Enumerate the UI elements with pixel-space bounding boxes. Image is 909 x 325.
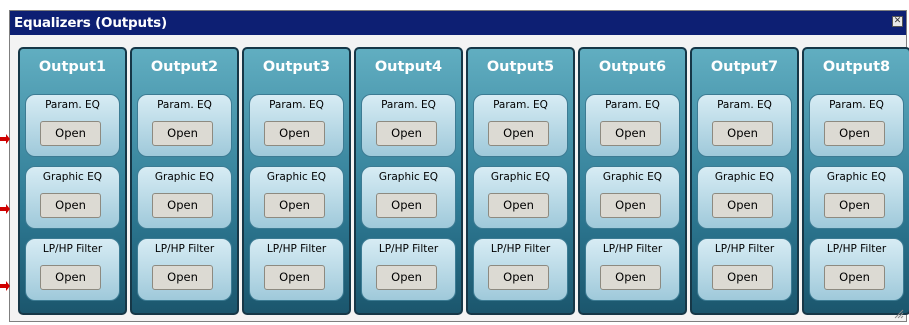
open-graphic-eq-button[interactable]: Open: [152, 193, 213, 218]
output-column-6: Output6 Param. EQ Open Graphic EQ Open LP/HP …: [578, 47, 687, 315]
open-graphic-eq-button[interactable]: Open: [376, 193, 437, 218]
graphic-eq-label: Graphic EQ: [42, 171, 103, 183]
output-title: Output5: [486, 59, 555, 75]
resize-grip-icon[interactable]: [892, 307, 904, 319]
param-eq-label: Param. EQ: [829, 99, 884, 111]
lphp-filter-section: LP/HP Filter Open: [585, 238, 680, 301]
open-lphp-filter-button[interactable]: Open: [152, 265, 213, 290]
open-graphic-eq-button[interactable]: Open: [40, 193, 101, 218]
equalizers-outputs-window: Equalizers (Outputs) ✕ Output1 Param. EQ O…: [9, 10, 909, 322]
open-lphp-filter-button[interactable]: Open: [824, 265, 885, 290]
graphic-eq-section: Graphic EQ Open: [25, 166, 120, 229]
output-column-5: Output5 Param. EQ Open Graphic EQ Open LP/HP …: [466, 47, 575, 315]
lphp-filter-section: LP/HP Filter Open: [473, 238, 568, 301]
window-titlebar[interactable]: Equalizers (Outputs): [10, 11, 906, 35]
output-title: Output2: [150, 59, 219, 75]
output-title: Output1: [38, 59, 107, 75]
open-graphic-eq-button[interactable]: Open: [600, 193, 661, 218]
output-columns: Output1 Param. EQ Open Graphic EQ Open LP/HP …: [18, 47, 909, 315]
graphic-eq-section: Graphic EQ Open: [249, 166, 344, 229]
param-eq-section: Param. EQ Open: [697, 94, 792, 157]
open-param-eq-button[interactable]: Open: [152, 121, 213, 146]
open-lphp-filter-button[interactable]: Open: [488, 265, 549, 290]
output-title: Output6: [598, 59, 667, 75]
lphp-filter-section: LP/HP Filter Open: [249, 238, 344, 301]
lphp-filter-label: LP/HP Filter: [266, 243, 327, 255]
arrow-graphic-eq-icon: [0, 204, 10, 214]
open-param-eq-button[interactable]: Open: [712, 121, 773, 146]
lphp-filter-label: LP/HP Filter: [826, 243, 887, 255]
param-eq-label: Param. EQ: [157, 99, 212, 111]
open-lphp-filter-button[interactable]: Open: [712, 265, 773, 290]
param-eq-section: Param. EQ Open: [137, 94, 232, 157]
output-title: Output7: [710, 59, 779, 75]
output-title: Output4: [374, 59, 443, 75]
lphp-filter-section: LP/HP Filter Open: [697, 238, 792, 301]
output-column-3: Output3 Param. EQ Open Graphic EQ Open LP/HP …: [242, 47, 351, 315]
param-eq-label: Param. EQ: [269, 99, 324, 111]
open-lphp-filter-button[interactable]: Open: [600, 265, 661, 290]
lphp-filter-section: LP/HP Filter Open: [137, 238, 232, 301]
param-eq-section: Param. EQ Open: [25, 94, 120, 157]
param-eq-label: Param. EQ: [381, 99, 436, 111]
output-column-2: Output2 Param. EQ Open Graphic EQ Open LP/HP …: [130, 47, 239, 315]
graphic-eq-section: Graphic EQ Open: [697, 166, 792, 229]
lphp-filter-section: LP/HP Filter Open: [25, 238, 120, 301]
graphic-eq-section: Graphic EQ Open: [137, 166, 232, 229]
open-param-eq-button[interactable]: Open: [488, 121, 549, 146]
lphp-filter-label: LP/HP Filter: [42, 243, 103, 255]
output-column-1: Output1 Param. EQ Open Graphic EQ Open LP/HP …: [18, 47, 127, 315]
graphic-eq-label: Graphic EQ: [714, 171, 775, 183]
open-lphp-filter-button[interactable]: Open: [376, 265, 437, 290]
output-title: Output3: [262, 59, 331, 75]
lphp-filter-label: LP/HP Filter: [490, 243, 551, 255]
param-eq-label: Param. EQ: [717, 99, 772, 111]
open-param-eq-button[interactable]: Open: [264, 121, 325, 146]
lphp-filter-label: LP/HP Filter: [602, 243, 663, 255]
param-eq-section: Param. EQ Open: [585, 94, 680, 157]
window-title: Equalizers (Outputs): [14, 15, 167, 31]
output-column-4: Output4 Param. EQ Open Graphic EQ Open LP/HP …: [354, 47, 463, 315]
graphic-eq-label: Graphic EQ: [154, 171, 215, 183]
graphic-eq-section: Graphic EQ Open: [361, 166, 456, 229]
open-lphp-filter-button[interactable]: Open: [264, 265, 325, 290]
graphic-eq-label: Graphic EQ: [602, 171, 663, 183]
open-graphic-eq-button[interactable]: Open: [264, 193, 325, 218]
open-param-eq-button[interactable]: Open: [40, 121, 101, 146]
open-lphp-filter-button[interactable]: Open: [40, 265, 101, 290]
open-param-eq-button[interactable]: Open: [824, 121, 885, 146]
param-eq-section: Param. EQ Open: [361, 94, 456, 157]
param-eq-section: Param. EQ Open: [473, 94, 568, 157]
graphic-eq-label: Graphic EQ: [378, 171, 439, 183]
graphic-eq-label: Graphic EQ: [826, 171, 887, 183]
graphic-eq-section: Graphic EQ Open: [809, 166, 904, 229]
graphic-eq-label: Graphic EQ: [490, 171, 551, 183]
output-column-7: Output7 Param. EQ Open Graphic EQ Open LP/HP …: [690, 47, 799, 315]
open-param-eq-button[interactable]: Open: [600, 121, 661, 146]
close-icon[interactable]: ✕: [892, 16, 903, 27]
lphp-filter-section: LP/HP Filter Open: [361, 238, 456, 301]
graphic-eq-section: Graphic EQ Open: [585, 166, 680, 229]
param-eq-label: Param. EQ: [605, 99, 660, 111]
param-eq-section: Param. EQ Open: [249, 94, 344, 157]
open-graphic-eq-button[interactable]: Open: [488, 193, 549, 218]
graphic-eq-label: Graphic EQ: [266, 171, 327, 183]
lphp-filter-label: LP/HP Filter: [378, 243, 439, 255]
open-param-eq-button[interactable]: Open: [376, 121, 437, 146]
open-graphic-eq-button[interactable]: Open: [824, 193, 885, 218]
open-graphic-eq-button[interactable]: Open: [712, 193, 773, 218]
lphp-filter-section: LP/HP Filter Open: [809, 238, 904, 301]
param-eq-section: Param. EQ Open: [809, 94, 904, 157]
arrow-lphp-filter-icon: [0, 281, 10, 291]
graphic-eq-section: Graphic EQ Open: [473, 166, 568, 229]
arrow-param-eq-icon: [0, 134, 10, 144]
output-column-8: Output8 Param. EQ Open Graphic EQ Open LP/HP …: [802, 47, 909, 315]
lphp-filter-label: LP/HP Filter: [714, 243, 775, 255]
param-eq-label: Param. EQ: [45, 99, 100, 111]
output-title: Output8: [822, 59, 891, 75]
param-eq-label: Param. EQ: [493, 99, 548, 111]
lphp-filter-label: LP/HP Filter: [154, 243, 215, 255]
